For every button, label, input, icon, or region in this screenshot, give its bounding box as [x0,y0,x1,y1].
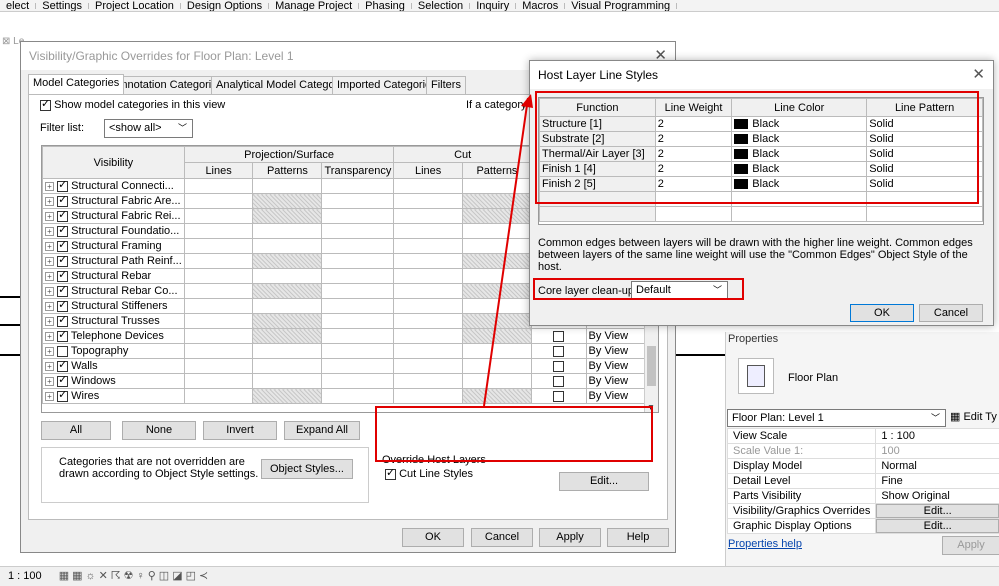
tab-model-categories[interactable]: Model Categories [28,74,125,94]
annotation-arrow [483,94,533,407]
